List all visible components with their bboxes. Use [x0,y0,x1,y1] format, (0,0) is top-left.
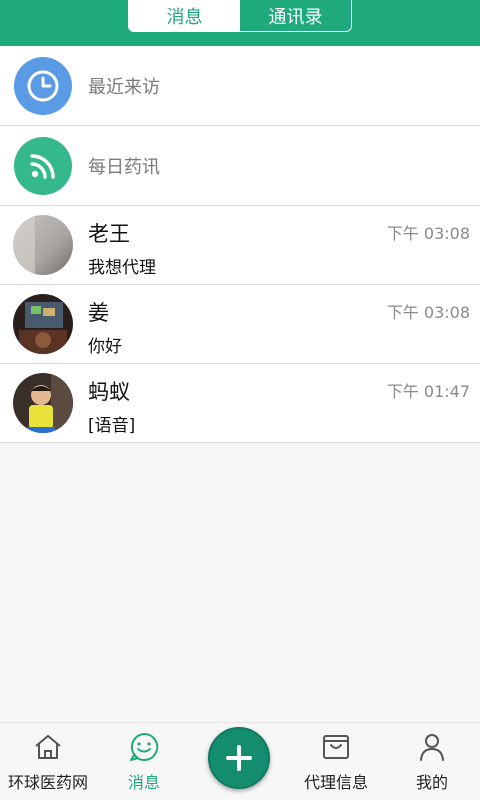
tab-contacts[interactable]: 通讯录 [240,0,351,31]
recent-visitors-row[interactable]: 最近来访 [0,46,480,126]
nav-messages[interactable]: 消息 [96,723,192,800]
message-time: 下午 03:08 [386,224,470,243]
add-button[interactable] [208,727,270,789]
nav-home[interactable]: 环球医药网 [0,723,96,800]
message-preview: 你好 [88,337,122,357]
plus-icon [226,745,252,771]
daily-news-row[interactable]: 每日药讯 [0,126,480,206]
smile-chat-icon [128,731,160,763]
clock-icon [14,57,72,115]
contact-name: 姜 [88,301,109,325]
message-preview: [语音] [88,416,136,436]
tab-switcher: 消息 通讯录 [128,0,352,32]
daily-news-label: 每日药讯 [88,157,160,178]
nav-mine[interactable]: 我的 [384,723,480,800]
nav-mine-label: 我的 [415,773,448,792]
chat-item[interactable]: 蚂蚁 下午 01:47 [语音] [0,364,480,443]
top-bar: 消息 通讯录 [0,0,480,46]
contact-name: 蚂蚁 [88,380,130,404]
nav-home-label: 环球医药网 [7,773,88,792]
tab-messages[interactable]: 消息 [129,0,240,31]
nav-agency-label: 代理信息 [303,773,368,792]
contact-name: 老王 [88,222,130,246]
nav-messages-label: 消息 [127,773,160,792]
recent-visitors-label: 最近来访 [88,77,160,98]
person-icon [416,731,448,763]
chat-item[interactable]: 老王 下午 03:08 我想代理 [0,206,480,285]
avatar [13,373,73,433]
bottom-nav: 环球医药网 消息 代理信息 我的 [0,722,480,800]
home-icon [32,731,64,763]
avatar [13,215,73,275]
nav-agency-info[interactable]: 代理信息 [288,723,384,800]
bag-icon [320,731,352,763]
rss-icon [14,137,72,195]
message-time: 下午 03:08 [386,303,470,322]
avatar [13,294,73,354]
message-preview: 我想代理 [88,258,156,278]
message-time: 下午 01:47 [386,382,470,401]
chat-item[interactable]: 姜 下午 03:08 你好 [0,285,480,364]
